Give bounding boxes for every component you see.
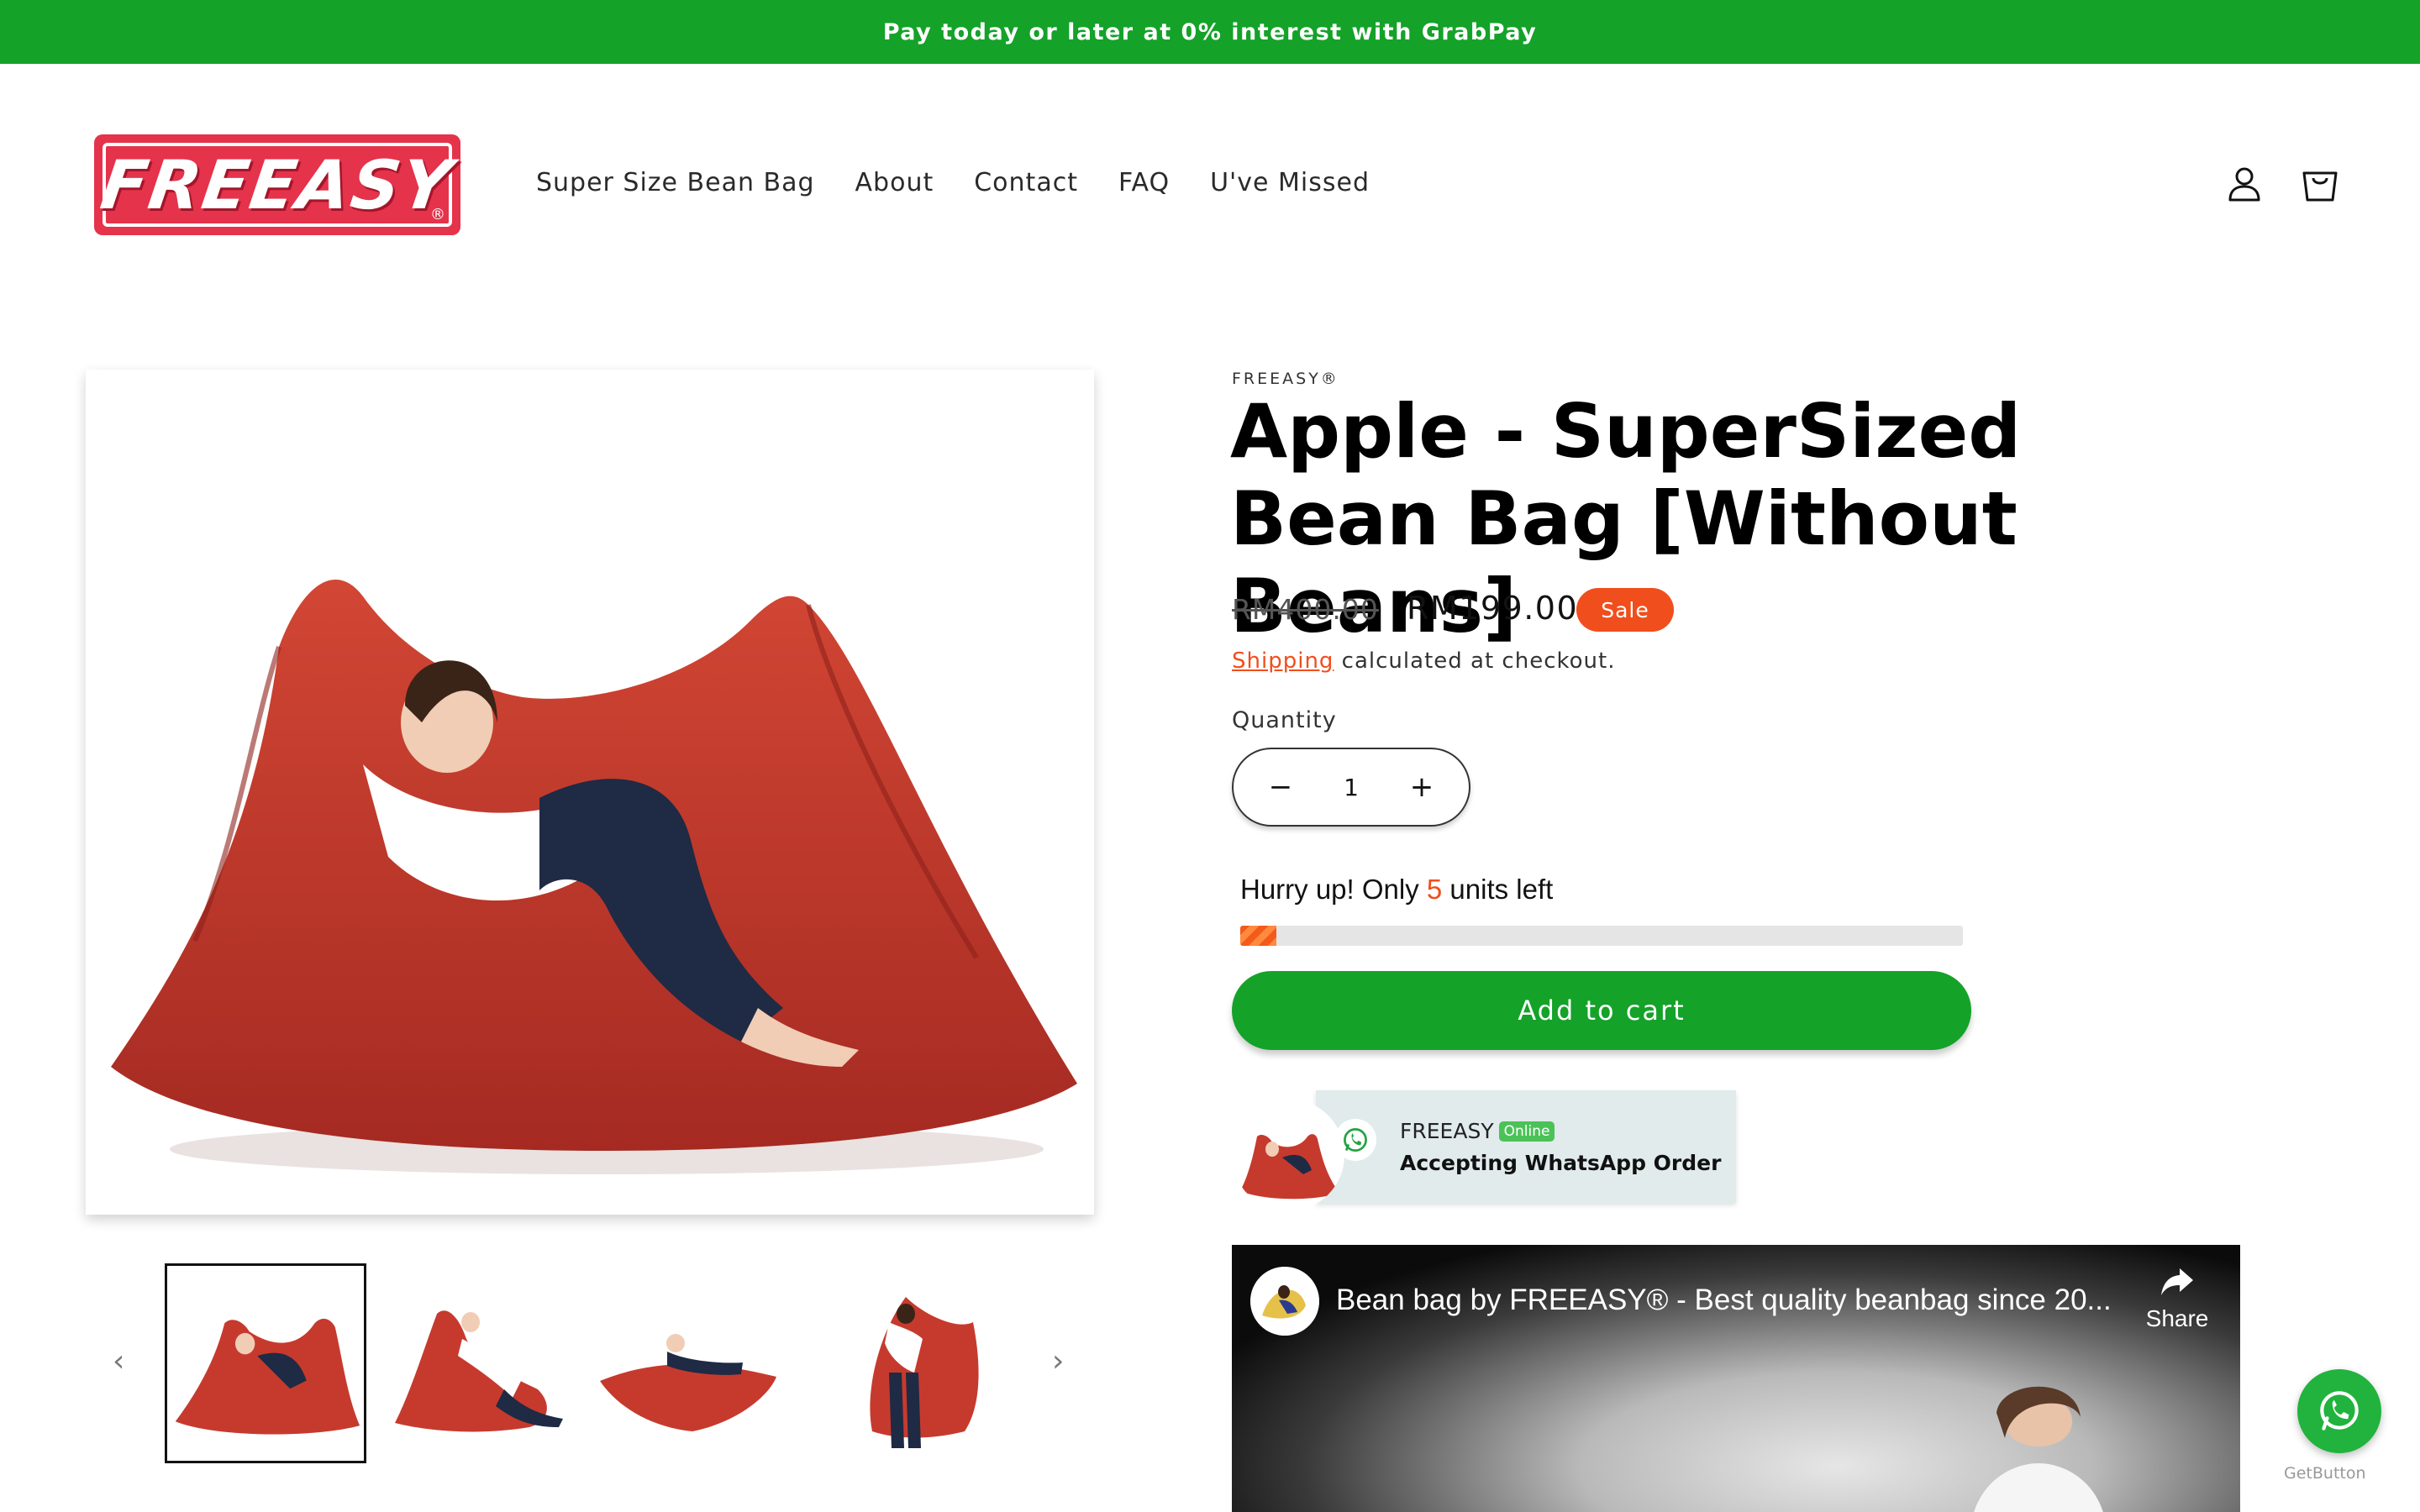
- channel-avatar[interactable]: [1250, 1267, 1319, 1336]
- stock-suffix: units left: [1442, 874, 1554, 905]
- thumbnail-strip: [101, 1260, 1092, 1470]
- nav-item-contact[interactable]: Contact: [974, 168, 1078, 197]
- add-to-cart-button[interactable]: Add to cart: [1232, 971, 1971, 1050]
- video-title[interactable]: Bean bag by FREEASY® - Best quality bean…: [1336, 1284, 2112, 1317]
- shipping-link[interactable]: Shipping: [1232, 648, 1334, 674]
- stock-progress-bar: [1240, 926, 1963, 946]
- thumbnail-4[interactable]: [805, 1263, 1007, 1463]
- announcement-text: Pay today or later at 0% interest with G…: [882, 18, 1538, 45]
- whatsapp-order-card[interactable]: FREEASY Online Accepting WhatsApp Order: [1232, 1090, 1736, 1211]
- quantity-stepper: − 1 +: [1232, 748, 1470, 827]
- online-badge: Online: [1498, 1121, 1555, 1142]
- sale-badge: Sale: [1576, 588, 1674, 632]
- product-vendor: FREEASY®: [1232, 370, 1339, 388]
- quantity-input[interactable]: 1: [1344, 774, 1359, 801]
- announcement-bar: Pay today or later at 0% interest with G…: [0, 0, 2420, 64]
- site-logo[interactable]: FREEASY ®: [94, 134, 460, 235]
- getbutton-text: GetButton: [2284, 1464, 2366, 1483]
- cart-icon[interactable]: [2299, 163, 2341, 205]
- whatsapp-icon: [2320, 1391, 2359, 1431]
- whatsapp-chat-button[interactable]: [2297, 1369, 2381, 1453]
- stock-progress-fill: [1240, 926, 1276, 946]
- youtube-video-embed[interactable]: Bean bag by FREEASY® - Best quality bean…: [1232, 1245, 2240, 1512]
- quantity-increase-button[interactable]: +: [1407, 770, 1437, 804]
- shipping-text: calculated at checkout.: [1334, 648, 1616, 674]
- shipping-note: Shipping calculated at checkout.: [1232, 648, 1615, 674]
- whatsapp-card-background: [1316, 1090, 1736, 1203]
- whatsapp-status-text: Accepting WhatsApp Order: [1400, 1151, 1722, 1175]
- nav-item-uve-missed[interactable]: U've Missed: [1210, 168, 1370, 197]
- share-button[interactable]: Share: [2131, 1262, 2223, 1332]
- stock-count: 5: [1426, 874, 1443, 905]
- thumbnail-1[interactable]: [165, 1263, 366, 1463]
- logo-text: FREEASY: [96, 145, 459, 224]
- whatsapp-contact-name: FREEASY Online: [1400, 1119, 1555, 1143]
- share-icon: [2161, 1268, 2193, 1295]
- beanbag-photo: [111, 580, 1077, 1174]
- nav-item-about[interactable]: About: [855, 168, 934, 197]
- main-nav: Super Size Bean Bag About Contact FAQ U'…: [536, 168, 1370, 197]
- quantity-label: Quantity: [1232, 707, 1337, 733]
- nav-item-faq[interactable]: FAQ: [1118, 168, 1170, 197]
- video-person-figure: [1974, 1386, 2103, 1512]
- nav-item-super-size-bean-bag[interactable]: Super Size Bean Bag: [536, 168, 815, 197]
- whatsapp-icon: [1334, 1119, 1376, 1161]
- quantity-decrease-button[interactable]: −: [1265, 770, 1296, 804]
- thumbnail-2[interactable]: [378, 1263, 580, 1463]
- stock-prefix: Hurry up! Only: [1240, 874, 1427, 905]
- whatsapp-name-text: FREEASY: [1400, 1119, 1494, 1143]
- price-regular: RM400.00: [1232, 593, 1379, 626]
- logo-registered-mark: ®: [430, 206, 445, 223]
- account-icon[interactable]: [2223, 163, 2265, 205]
- share-label: Share: [2145, 1305, 2209, 1331]
- thumbnail-3[interactable]: [592, 1263, 793, 1463]
- thumbnail-next-arrow[interactable]: ›: [1052, 1344, 1064, 1378]
- product-main-image[interactable]: [86, 370, 1094, 1215]
- price-sale: RM199.00: [1407, 590, 1579, 627]
- getbutton-credit[interactable]: GetButton: [2284, 1464, 2366, 1483]
- whatsapp-avatar: [1232, 1099, 1344, 1211]
- stock-message: Hurry up! Only 5 units left: [1240, 874, 1553, 906]
